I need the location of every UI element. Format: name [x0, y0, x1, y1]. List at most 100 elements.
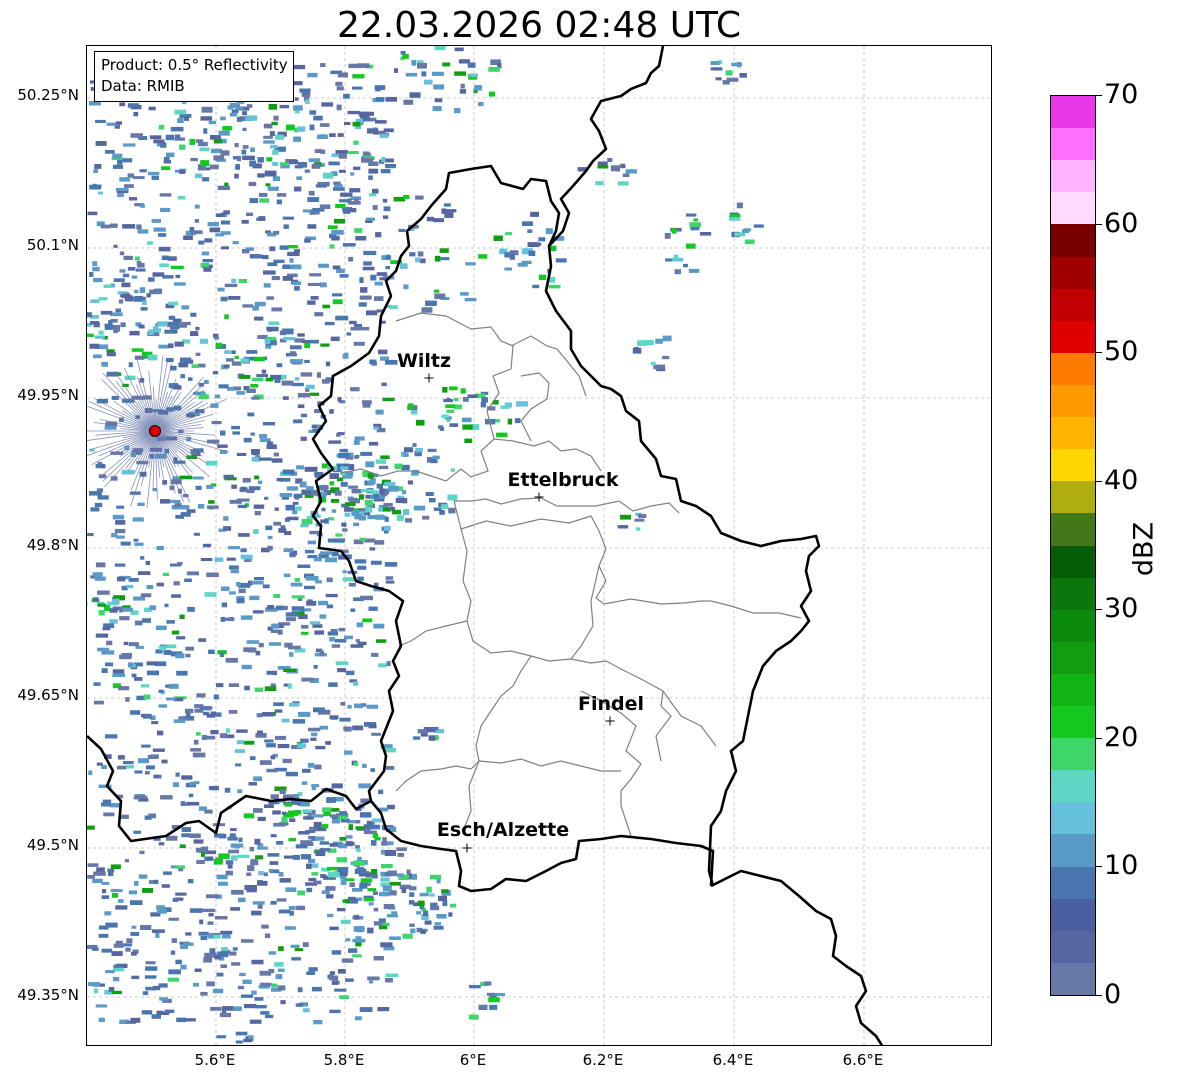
echo-pixel [597, 165, 609, 169]
echo-pixel [142, 618, 151, 623]
echo-pixel [165, 134, 174, 141]
echo-pixel [273, 230, 280, 235]
echo-pixel [129, 330, 140, 336]
echo-pixel [509, 250, 519, 256]
echo-pixel [307, 282, 321, 286]
echo-pixel [250, 383, 259, 388]
echo-pixel [320, 63, 326, 67]
echo-pixel [325, 886, 336, 891]
echo-pixel [422, 515, 430, 520]
echo-pixel [214, 955, 221, 960]
echo-pixel [188, 793, 194, 798]
echo-pixel [132, 517, 144, 522]
echo-pixel [434, 922, 442, 926]
echo-pixel [102, 799, 112, 803]
echo-pixel [368, 175, 373, 180]
echo-pixel [240, 486, 246, 491]
echo-pixel [262, 422, 275, 426]
echo-pixel [113, 327, 118, 334]
echo-pixel [339, 199, 350, 203]
echo-pixel [278, 909, 291, 914]
echo-pixel [403, 453, 409, 457]
echo-pixel [202, 543, 212, 548]
echo-pixel [366, 217, 375, 221]
echo-pixel [256, 374, 268, 378]
echo-pixel [329, 244, 335, 249]
echo-pixel [145, 771, 150, 775]
echo-pixel [419, 892, 429, 897]
echo-pixel [345, 456, 354, 460]
echo-pixel [228, 616, 234, 622]
echo-pixel [384, 481, 396, 487]
echo-pixel [373, 956, 384, 961]
echo-pixel [224, 787, 231, 793]
echo-pixel [362, 118, 371, 122]
echo-pixel [350, 172, 355, 176]
echo-pixel [131, 673, 137, 678]
echo-pixel [198, 638, 206, 642]
echo-pixel [335, 661, 349, 665]
echo-pixel [243, 647, 256, 652]
echo-pixel [283, 224, 289, 229]
echo-pixel [431, 71, 444, 76]
echo-pixel [311, 784, 320, 788]
echo-pixel [246, 872, 252, 876]
echo-pixel [321, 824, 329, 829]
echo-pixel [238, 533, 250, 537]
echo-pixel [372, 891, 378, 895]
echo-pixel [465, 262, 476, 266]
echo-pixel [307, 300, 316, 305]
echo-pixel [98, 933, 109, 938]
echo-pixel [240, 994, 254, 998]
echo-pixel [246, 889, 257, 893]
echo-pixel [445, 404, 456, 409]
echo-pixel [282, 216, 294, 220]
echo-pixel [189, 908, 203, 913]
echo-pixel [736, 202, 743, 209]
echo-pixel [193, 839, 204, 844]
echo-pixel [339, 837, 347, 841]
echo-pixel [229, 591, 236, 595]
echo-pixel [264, 686, 277, 691]
echo-pixel [325, 894, 334, 899]
echo-pixel [353, 140, 359, 145]
echo-pixel [142, 888, 154, 893]
echo-pixel [362, 618, 373, 623]
echo-pixel [173, 318, 180, 323]
echo-pixel [95, 119, 106, 123]
echo-pixel [289, 258, 294, 263]
echo-pixel [263, 140, 275, 144]
echo-pixel [165, 330, 178, 334]
echo-pixel [273, 702, 284, 706]
echo-pixel [161, 884, 170, 888]
echo-pixel [441, 414, 449, 419]
echo-pixel [246, 489, 254, 494]
echo-pixel [319, 123, 330, 127]
echo-pixel [87, 533, 94, 537]
echo-pixel [301, 519, 313, 525]
echo-pixel [228, 710, 238, 714]
city-label-ettelbruck: Ettelbruck [507, 469, 619, 491]
echo-pixel [199, 919, 204, 925]
echo-pixel [266, 768, 278, 773]
echo-pixel [330, 499, 339, 503]
radar-map[interactable] [86, 45, 992, 1046]
echo-pixel [186, 801, 200, 806]
echo-pixel [366, 704, 379, 709]
echo-pixel [221, 586, 230, 591]
echo-pixel [388, 507, 395, 511]
echo-pixel [352, 938, 366, 943]
echo-pixel [314, 312, 324, 317]
echo-pixel [296, 126, 306, 132]
colorbar-band [1051, 930, 1095, 963]
echo-pixel [167, 321, 179, 326]
echo-pixel [100, 310, 113, 315]
echo-pixel [160, 499, 171, 504]
echo-pixel [401, 490, 407, 495]
echo-pixel [382, 885, 392, 892]
echo-pixel [112, 164, 123, 169]
echo-pixel [151, 175, 159, 180]
echo-pixel [277, 744, 290, 749]
echo-pixel [334, 639, 347, 643]
echo-pixel [124, 184, 134, 188]
